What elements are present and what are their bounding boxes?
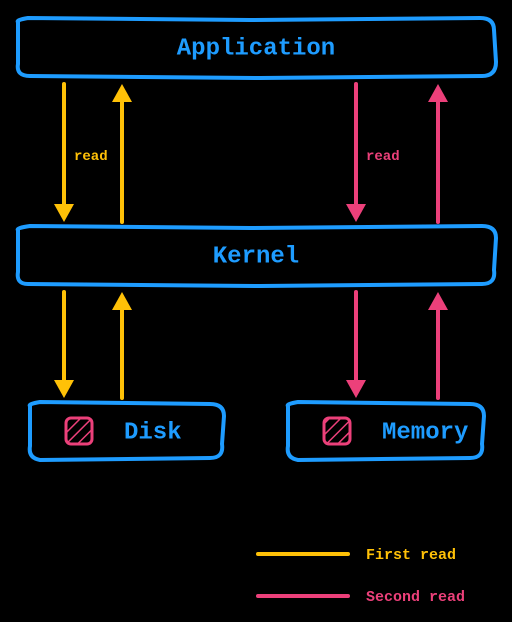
arrow-kernel-app-up-first [112, 84, 132, 222]
arrow-kernel-app-up-second [428, 84, 448, 222]
arrow-disk-kernel-up [112, 292, 132, 398]
arrow-kernel-disk-down [54, 292, 74, 398]
legend: First read Second read [258, 547, 465, 606]
disk-label: Disk [124, 419, 182, 446]
legend-first-label: First read [366, 547, 456, 564]
arrow-app-kernel-down-first [54, 84, 74, 222]
memory-label: Memory [382, 419, 468, 446]
memory-icon [324, 418, 350, 444]
read-label-first: read [74, 149, 108, 165]
read-label-second: read [366, 149, 400, 165]
kernel-label: Kernel [213, 243, 299, 270]
legend-second-label: Second read [366, 589, 465, 606]
disk-icon [66, 418, 92, 444]
arrow-kernel-memory-down [346, 292, 366, 398]
arrow-memory-kernel-up [428, 292, 448, 398]
arrow-app-kernel-down-second [346, 84, 366, 222]
application-label: Application [177, 35, 335, 62]
